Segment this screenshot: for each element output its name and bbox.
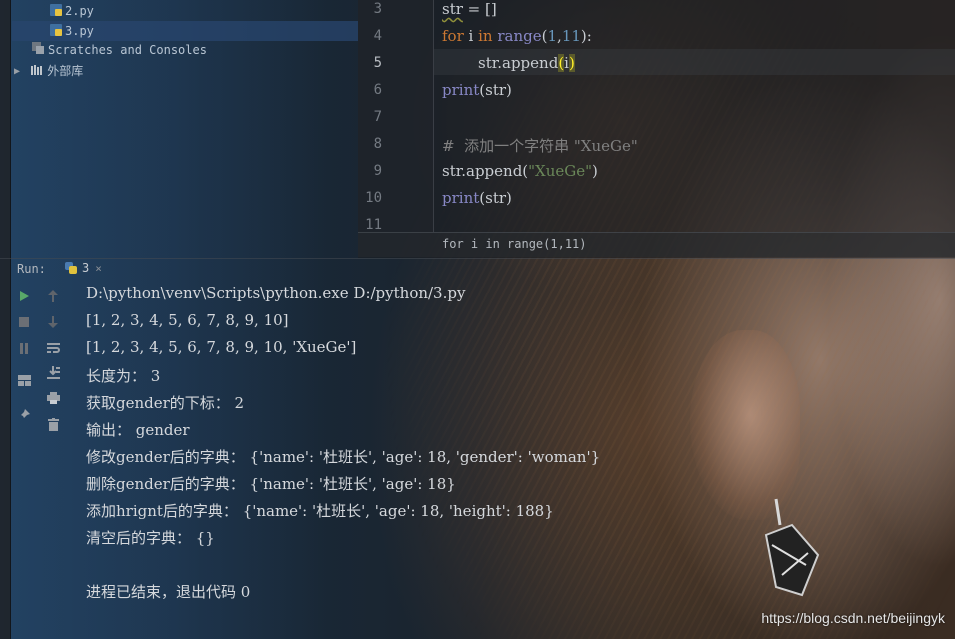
code-token: in — [478, 27, 493, 45]
tree-item-external-libraries[interactable]: ▶ 外部库 — [14, 61, 83, 81]
tree-item-label: 外部库 — [47, 64, 84, 78]
code-token: ) — [568, 54, 575, 72]
code-token: (str) — [479, 81, 512, 99]
trash-icon — [47, 417, 59, 431]
line-number: 11 — [365, 217, 382, 233]
clear-all-button[interactable] — [45, 416, 61, 432]
run-panel-header: Run: 3 × — [0, 258, 955, 281]
stop-icon — [19, 317, 29, 327]
code-token: str — [442, 0, 463, 18]
line-number: 9 — [373, 163, 382, 179]
scroll-to-end-button[interactable] — [45, 364, 61, 380]
line-number: 3 — [373, 1, 382, 17]
layout-icon — [17, 374, 31, 386]
code-line-9: str.append("XueGe") — [442, 162, 598, 180]
code-token: 1 — [547, 27, 558, 45]
console-line: [1, 2, 3, 4, 5, 6, 7, 8, 9, 10] — [86, 311, 289, 329]
tree-item-label: 3.py — [65, 24, 94, 38]
tree-item-scratches[interactable]: Scratches and Consoles — [31, 40, 207, 60]
breadcrumb-text: for i in range(1,11) — [442, 237, 587, 251]
console-line: 获取gender的下标： 2 — [86, 394, 245, 412]
editor-breadcrumb[interactable]: for i in range(1,11) — [358, 232, 955, 257]
run-tab[interactable]: 3 × — [64, 261, 102, 275]
play-icon — [20, 291, 29, 301]
code-line-10: print(str) — [442, 189, 512, 207]
code-token: i — [463, 27, 479, 45]
line-number: 8 — [373, 136, 382, 152]
code-token: "XueGe" — [528, 162, 593, 180]
library-icon — [30, 62, 44, 82]
tree-item-label: Scratches and Consoles — [48, 43, 207, 57]
code-token: for — [442, 27, 464, 45]
scroll-up-button[interactable] — [45, 288, 61, 304]
line-number: 5 — [373, 55, 382, 71]
left-tool-strip — [0, 0, 11, 639]
code-line-5: str.append(i) — [478, 54, 575, 72]
code-token: str.append — [478, 54, 559, 72]
arrow-up-icon — [48, 290, 58, 302]
arrow-down-icon — [48, 316, 58, 328]
print-icon — [46, 392, 60, 404]
expand-arrow-icon[interactable]: ▶ — [14, 62, 20, 82]
console-line: [1, 2, 3, 4, 5, 6, 7, 8, 9, 10, 'XueGe'] — [86, 338, 357, 356]
code-token: ) — [592, 162, 598, 180]
tree-item-label: 2.py — [65, 4, 94, 18]
close-icon[interactable]: × — [95, 262, 102, 275]
soft-wrap-icon — [46, 343, 60, 353]
console-line: 修改gender后的字典： {'name': '杜班长', 'age': 18,… — [86, 448, 601, 466]
console-line: 输出： gender — [86, 421, 190, 439]
code-token: str.append( — [442, 162, 529, 180]
line-number: 10 — [365, 190, 382, 206]
scroll-down-button[interactable] — [45, 314, 61, 330]
code-token: = [] — [462, 0, 497, 18]
scroll-to-end-icon — [46, 365, 60, 379]
code-token: 11 — [561, 27, 581, 45]
rerun-button[interactable] — [16, 288, 32, 304]
console-line: D:\python\venv\Scripts\python.exe D:/pyt… — [86, 284, 466, 302]
watermark-url: https://blog.csdn.net/beijingyk — [761, 610, 945, 626]
run-tab-label: 3 — [82, 261, 90, 275]
scratches-icon — [31, 41, 45, 61]
run-label: Run: — [17, 262, 46, 276]
console-line: 添加hrignt后的字典： {'name': '杜班长', 'age': 18,… — [86, 502, 554, 520]
line-number: 4 — [373, 28, 382, 44]
console-line: 长度为： 3 — [86, 367, 161, 385]
code-line-4: for i in range(1,11): — [442, 27, 592, 45]
tree-item-2py[interactable]: 2.py — [50, 1, 94, 21]
console-line: 进程已结束，退出代码 0 — [86, 583, 251, 601]
code-token: (str) — [479, 189, 512, 207]
pause-button[interactable] — [16, 340, 32, 356]
python-run-config-icon — [65, 262, 77, 274]
code-token: range — [497, 27, 542, 45]
code-token: print — [442, 189, 480, 207]
code-line-8: # 添加一个字符串 "XueGe" — [442, 137, 638, 155]
console-line: 清空后的字典： {} — [86, 529, 215, 547]
code-editor[interactable]: 3 4 5 6 7 8 9 10 11 str = [] for i in ra… — [358, 0, 955, 258]
line-number: 6 — [373, 82, 382, 98]
line-number: 7 — [373, 109, 382, 125]
print-button[interactable] — [45, 390, 61, 406]
code-line-6: print(str) — [442, 81, 512, 99]
code-token: ): — [580, 27, 592, 45]
earring-image — [764, 498, 820, 597]
pin-tab-button[interactable] — [16, 406, 32, 422]
code-token: print — [442, 81, 480, 99]
project-tree: 2.py 3.py Scratches and Consoles ▶ 外部库 — [0, 0, 358, 88]
stop-button[interactable] — [16, 314, 32, 330]
python-file-icon — [50, 2, 62, 22]
console-line: 删除gender后的字典： {'name': '杜班长', 'age': 18} — [86, 475, 456, 493]
tree-item-3py[interactable]: 3.py — [12, 21, 358, 41]
background-ear — [690, 330, 800, 520]
layout-button[interactable] — [16, 372, 32, 388]
line-number-gutter: 3 4 5 6 7 8 9 10 11 — [358, 0, 434, 233]
code-line-3: str = [] — [442, 0, 497, 18]
pin-icon — [18, 408, 30, 420]
python-file-icon — [50, 22, 62, 42]
pause-icon — [20, 342, 28, 354]
soft-wrap-button[interactable] — [45, 340, 61, 356]
